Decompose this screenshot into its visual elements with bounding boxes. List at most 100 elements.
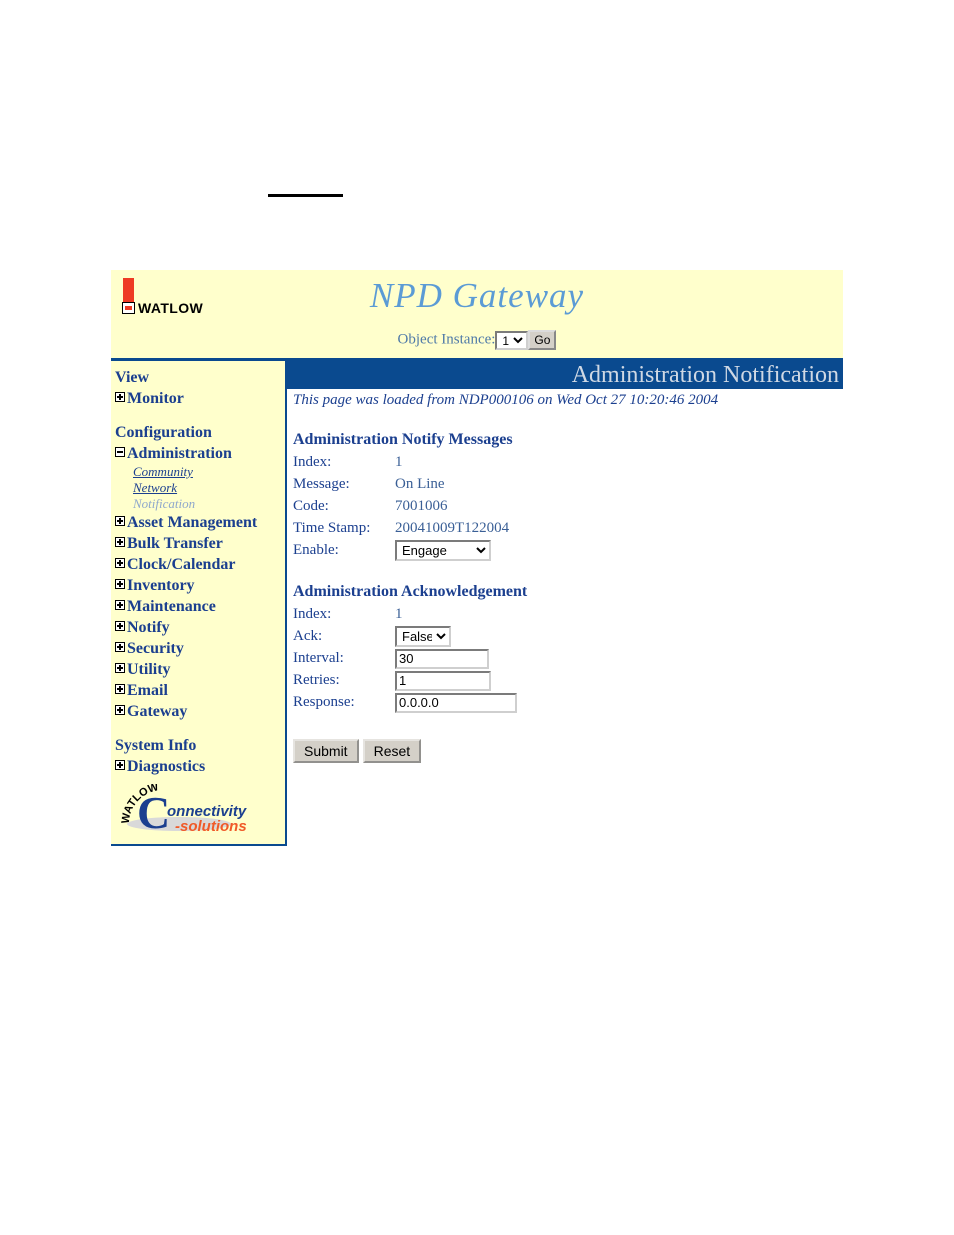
svg-text:C: C (137, 787, 170, 838)
sidebar-item-bulk-transfer[interactable]: Bulk Transfer (113, 533, 285, 554)
page-loaded-note: This page was loaded from NDP000106 on W… (293, 392, 719, 408)
plus-icon[interactable] (115, 579, 125, 589)
section-title: Administration Acknowledgement (293, 583, 528, 600)
plus-icon[interactable] (115, 663, 125, 673)
sidebar: View Monitor Configuration Administratio… (111, 361, 287, 846)
field-row-message: Message: On Line (293, 474, 843, 495)
page-banner-title: Administration Notification (287, 361, 843, 389)
sidebar-item-security[interactable]: Security (113, 638, 285, 659)
section-acknowledgement: Administration Acknowledgement Index: 1 … (287, 583, 843, 713)
field-label: Index: (293, 454, 332, 470)
field-label: Time Stamp: (293, 520, 371, 536)
sidebar-item-label: Security (127, 640, 184, 657)
field-label: Response: (293, 694, 355, 710)
plus-icon[interactable] (115, 642, 125, 652)
go-button[interactable]: Go (528, 330, 557, 350)
app-body: View Monitor Configuration Administratio… (111, 361, 843, 846)
sidebar-item-email[interactable]: Email (113, 680, 285, 701)
plus-icon[interactable] (115, 684, 125, 694)
sidebar-item-inventory[interactable]: Inventory (113, 575, 285, 596)
sidebar-group-configuration: Configuration Administration Community N… (113, 422, 285, 722)
field-label: Enable: (293, 542, 339, 558)
sidebar-item-label: Diagnostics (127, 758, 206, 775)
sidebar-item-asset-management[interactable]: Asset Management (113, 512, 285, 533)
object-instance-label: Object Instance: (397, 331, 496, 348)
sidebar-item-diagnostics[interactable]: Diagnostics (113, 756, 285, 777)
field-value-ack-index: 1 (395, 606, 403, 622)
sidebar-item-gateway[interactable]: Gateway (113, 701, 285, 722)
field-row-time-stamp: Time Stamp: 20041009T122004 (293, 518, 843, 539)
field-value-message: On Line (395, 476, 445, 492)
field-row-interval: Interval: (293, 648, 843, 669)
sidebar-item-label: Email (127, 682, 168, 699)
field-row-code: Code: 7001006 (293, 496, 843, 517)
field-row-ack-index: Index: 1 (293, 604, 843, 625)
plus-icon[interactable] (115, 760, 125, 770)
field-row-index: Index: 1 (293, 452, 843, 473)
sidebar-heading-configuration: Configuration (115, 424, 212, 441)
field-label: Message: (293, 476, 350, 492)
field-row-retries: Retries: (293, 670, 843, 691)
field-row-enable: Enable: Engage (293, 540, 843, 561)
reset-button[interactable]: Reset (362, 739, 422, 763)
sidebar-item-label: Utility (127, 661, 171, 678)
app-frame: WATLOW NPD Gateway Object Instance: 1 Go… (111, 270, 843, 846)
object-instance-bar: Object Instance: 1 Go (111, 330, 843, 350)
app-header: WATLOW NPD Gateway Object Instance: 1 Go (111, 270, 843, 358)
field-label: Interval: (293, 650, 344, 666)
redaction-rule (268, 194, 343, 197)
field-label: Ack: (293, 628, 323, 644)
sidebar-item-notify[interactable]: Notify (113, 617, 285, 638)
field-row-response: Response: (293, 692, 843, 713)
submit-button[interactable]: Submit (293, 739, 359, 763)
section-title: Administration Notify Messages (293, 431, 513, 448)
sidebar-item-community[interactable]: Community (113, 464, 285, 480)
interval-input[interactable] (395, 648, 489, 669)
enable-select[interactable]: Engage (395, 540, 491, 561)
sidebar-heading-system-info: System Info (115, 737, 197, 754)
response-input[interactable] (395, 692, 517, 713)
sidebar-item-label: Monitor (127, 390, 184, 407)
sidebar-item-label: Asset Management (127, 514, 258, 531)
sidebar-item-maintenance[interactable]: Maintenance (113, 596, 285, 617)
section-notify-messages: Administration Notify Messages Index: 1 … (287, 431, 843, 561)
svg-text:-solutions: -solutions (175, 818, 247, 835)
plus-icon[interactable] (115, 558, 125, 568)
sidebar-item-label: Maintenance (127, 598, 216, 615)
plus-icon[interactable] (115, 516, 125, 526)
sidebar-item-monitor[interactable]: Monitor (113, 388, 285, 409)
sidebar-item-label: Clock/Calendar (127, 556, 236, 573)
sidebar-item-label: Administration (127, 445, 232, 462)
sidebar-item-label: Notify (127, 619, 170, 636)
sidebar-group-system-info: System Info Diagnostics (113, 735, 285, 777)
sidebar-heading-view: View (115, 369, 150, 386)
field-value-time-stamp: 20041009T122004 (395, 520, 510, 536)
sidebar-item-label: Inventory (127, 577, 195, 594)
object-instance-select[interactable]: 1 (495, 330, 529, 350)
sidebar-item-notification[interactable]: Notification (113, 496, 285, 512)
field-value-code: 7001006 (395, 498, 448, 514)
minus-icon[interactable] (115, 447, 125, 457)
field-label: Code: (293, 498, 329, 514)
sidebar-item-administration[interactable]: Administration (113, 443, 285, 464)
form-actions: Submit Reset (293, 739, 843, 763)
sidebar-item-utility[interactable]: Utility (113, 659, 285, 680)
content-area: Administration Notification This page wa… (287, 361, 843, 846)
retries-input[interactable] (395, 670, 491, 691)
field-label: Retries: (293, 672, 340, 688)
plus-icon[interactable] (115, 705, 125, 715)
sidebar-group-view: View Monitor (113, 367, 285, 409)
field-value-index: 1 (395, 454, 403, 470)
sidebar-item-clock-calendar[interactable]: Clock/Calendar (113, 554, 285, 575)
field-row-ack: Ack: False (293, 626, 843, 647)
plus-icon[interactable] (115, 600, 125, 610)
connectivity-solutions-logo: WATLOW C onnectivity -solutions (120, 784, 247, 838)
plus-icon[interactable] (115, 621, 125, 631)
plus-icon[interactable] (115, 392, 125, 402)
sidebar-item-label: Bulk Transfer (127, 535, 223, 552)
field-label: Index: (293, 606, 332, 622)
sidebar-item-network[interactable]: Network (113, 480, 285, 496)
plus-icon[interactable] (115, 537, 125, 547)
ack-select[interactable]: False (395, 626, 451, 647)
